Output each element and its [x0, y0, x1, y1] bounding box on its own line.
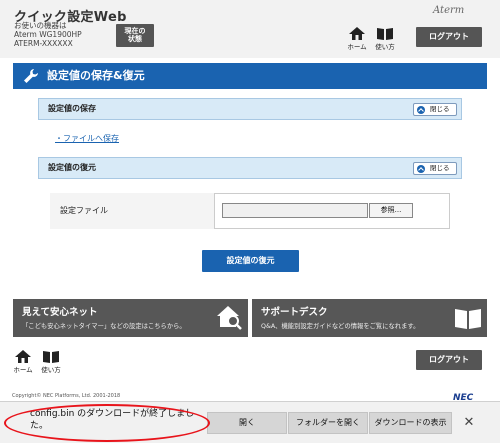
save-to-file-link[interactable]: ・ファイルへ保存	[55, 133, 119, 144]
link-bullet: ・	[55, 134, 63, 143]
close-icon[interactable]: ✕	[460, 414, 478, 432]
howto-label: 使い方	[375, 43, 395, 51]
save-to-file-label: ファイルへ保存	[63, 134, 119, 143]
home-icon	[15, 350, 31, 363]
open-button[interactable]: 開く	[207, 412, 287, 434]
home-icon	[349, 27, 365, 40]
banner-title: サポートデスク	[261, 307, 328, 318]
banner-title: 見えて安心ネット	[22, 307, 98, 318]
restore-section-title: 設定値の復元	[48, 163, 96, 172]
browse-button[interactable]: 参照...	[369, 203, 413, 218]
footer-home-label: ホーム	[13, 366, 33, 374]
logout-button[interactable]: ログアウト	[416, 27, 482, 47]
book-icon	[43, 351, 59, 363]
download-message: config.bin のダウンロードが終了しました。	[30, 409, 195, 431]
current-status-line1: 現在の	[124, 27, 146, 35]
banner-subtitle: Q&A、機能別設定ガイドなどの情報をご覧になれます。	[261, 323, 420, 330]
settings-file-label: 設定ファイル	[50, 193, 215, 229]
aterm-logo: Aterm	[433, 5, 465, 16]
home-nav[interactable]: ホーム	[346, 27, 368, 51]
chevron-up-icon	[417, 106, 425, 114]
save-close-label: 閉じる	[430, 105, 450, 113]
device-model: Aterm WG1900HP	[14, 30, 82, 39]
footer-home-nav[interactable]: ホーム	[12, 350, 34, 374]
banner-subtitle: 「こども安心ネットタイマー」などの設定はこちらから。	[22, 323, 186, 330]
home-label: ホーム	[347, 43, 367, 51]
page-title: 設定値の保存&復元	[47, 69, 145, 82]
copyright: Copyright© NEC Platforms, Ltd. 2001-2018	[12, 393, 121, 399]
wrench-icon	[24, 69, 38, 83]
current-status-button[interactable]: 現在の 状態	[116, 24, 154, 47]
footer-howto-label: 使い方	[41, 366, 61, 374]
howto-nav[interactable]: 使い方	[374, 27, 396, 51]
support-desk-banner[interactable]: サポートデスク Q&A、機能別設定ガイドなどの情報をご覧になれます。	[252, 299, 487, 337]
footer-logout-button[interactable]: ログアウト	[416, 350, 482, 370]
house-search-icon	[217, 306, 242, 330]
restore-section-header: 設定値の復元 閉じる	[38, 157, 462, 179]
save-section-title: 設定値の保存	[48, 104, 96, 113]
restore-section-close-button[interactable]: 閉じる	[413, 162, 457, 175]
file-path-input[interactable]	[222, 203, 368, 218]
show-downloads-button[interactable]: ダウンロードの表示	[369, 412, 452, 434]
current-status-line2: 状態	[128, 35, 142, 43]
device-id: ATERM-XXXXXX	[14, 39, 73, 48]
device-label: お使いの機器は	[14, 21, 67, 30]
book-icon	[377, 28, 393, 40]
mieru-anshin-net-banner[interactable]: 見えて安心ネット 「こども安心ネットタイマー」などの設定はこちらから。	[13, 299, 248, 337]
save-section-close-button[interactable]: 閉じる	[413, 103, 457, 116]
footer-howto-nav[interactable]: 使い方	[40, 350, 62, 374]
book-icon	[455, 309, 481, 329]
page-title-bar: 設定値の保存&復元	[13, 63, 487, 89]
chevron-up-icon	[417, 165, 425, 173]
save-section-header: 設定値の保存 閉じる	[38, 98, 462, 120]
open-folder-button[interactable]: フォルダーを開く	[288, 412, 368, 434]
restore-button[interactable]: 設定値の復元	[202, 250, 299, 272]
restore-close-label: 閉じる	[430, 164, 450, 172]
